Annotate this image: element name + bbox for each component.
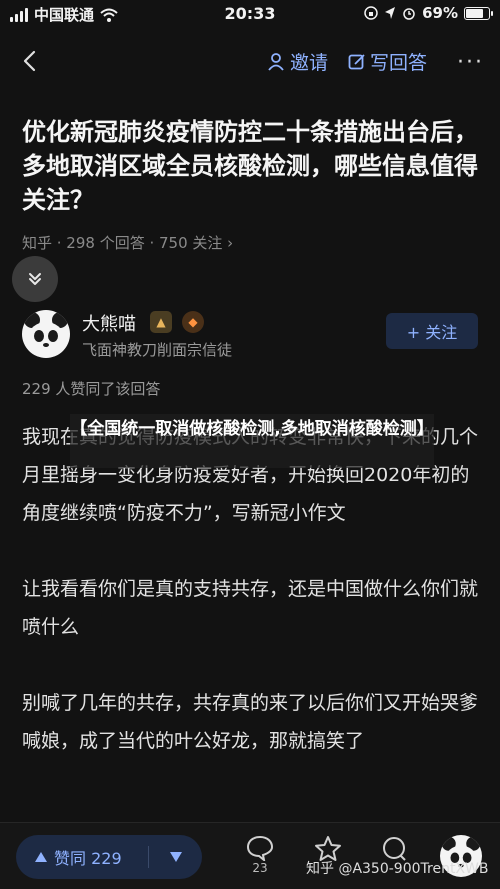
creator-badge-icon: ▲ [150,311,172,333]
double-chevron-down-icon [29,273,41,285]
invite-label: 邀请 [290,52,329,74]
level-badge-icon: ◆ [182,311,204,333]
carrier-label: 中国联通 [34,6,95,24]
author-avatar[interactable] [22,310,70,358]
status-bar: 中国联通 20:33 69% [0,0,500,30]
top-nav: 邀请 写回答 ··· [0,40,500,84]
comment-icon [246,835,274,861]
wifi-icon [100,8,118,22]
lock-rotation-icon [364,6,378,20]
status-right: 69% [364,4,493,22]
chevron-left-icon [23,50,36,72]
question-meta[interactable]: 知乎 · 298 个回答 · 750 关注 › [22,232,233,253]
invite-button[interactable]: 邀请 [268,48,328,75]
battery-icon [464,6,493,20]
answer-paragraph: 别喊了几年的共存，共存真的来了以后你们又开始哭爹喊娘，成了当代的叶公好龙，那就搞… [22,692,479,752]
comment-count: 23 [252,861,268,875]
triangle-down-icon [169,852,182,862]
more-button[interactable]: ··· [457,50,484,75]
location-icon [385,7,396,19]
write-answer-button[interactable]: 写回答 [348,48,427,75]
edit-icon [348,53,365,69]
carrier-group: 中国联通 [10,4,118,25]
signal-icon [10,7,28,22]
follow-button[interactable]: + 关注 [386,313,478,349]
question-title[interactable]: 优化新冠肺炎疫情防控二十条措施出台后，多地取消区域全员核酸检测，哪些信息值得关注… [22,115,482,217]
likes-count: 229 人赞同了该回答 [22,380,161,398]
bottom-bar: 赞同 229 23 [0,822,500,889]
author-description: 飞面神教刀削面宗信徒 [82,341,233,359]
panda-icon [24,312,68,354]
triangle-up-icon [35,852,47,862]
vote-control: 赞同 229 [16,835,202,879]
upvote-button[interactable]: 赞同 229 [16,845,148,869]
person-icon [268,52,284,71]
back-button[interactable] [14,46,44,76]
answer-paragraph: 让我看看你们是真的支持共存，还是中国做什么你们就喷什么 [22,578,479,638]
alarm-icon [403,8,415,20]
downvote-button[interactable] [149,851,202,863]
headline-banner: 【全国统一取消做核酸检测,多地取消核酸检测】 [70,414,434,468]
write-answer-label: 写回答 [370,52,428,74]
battery-percent: 69% [422,4,458,22]
collapse-button[interactable] [12,256,58,302]
upvote-label: 赞同 229 [54,849,122,868]
comment-button[interactable]: 23 [246,835,274,875]
author-name[interactable]: 大熊喵 [82,310,136,336]
answer-body: 我现在真的觉得防疫模式人的转变非常快，下来的几个月里摇身一变化身防疫爱好者，开始… [22,418,482,798]
watermark: 知乎 @A350-900TrentXWB [306,861,489,877]
